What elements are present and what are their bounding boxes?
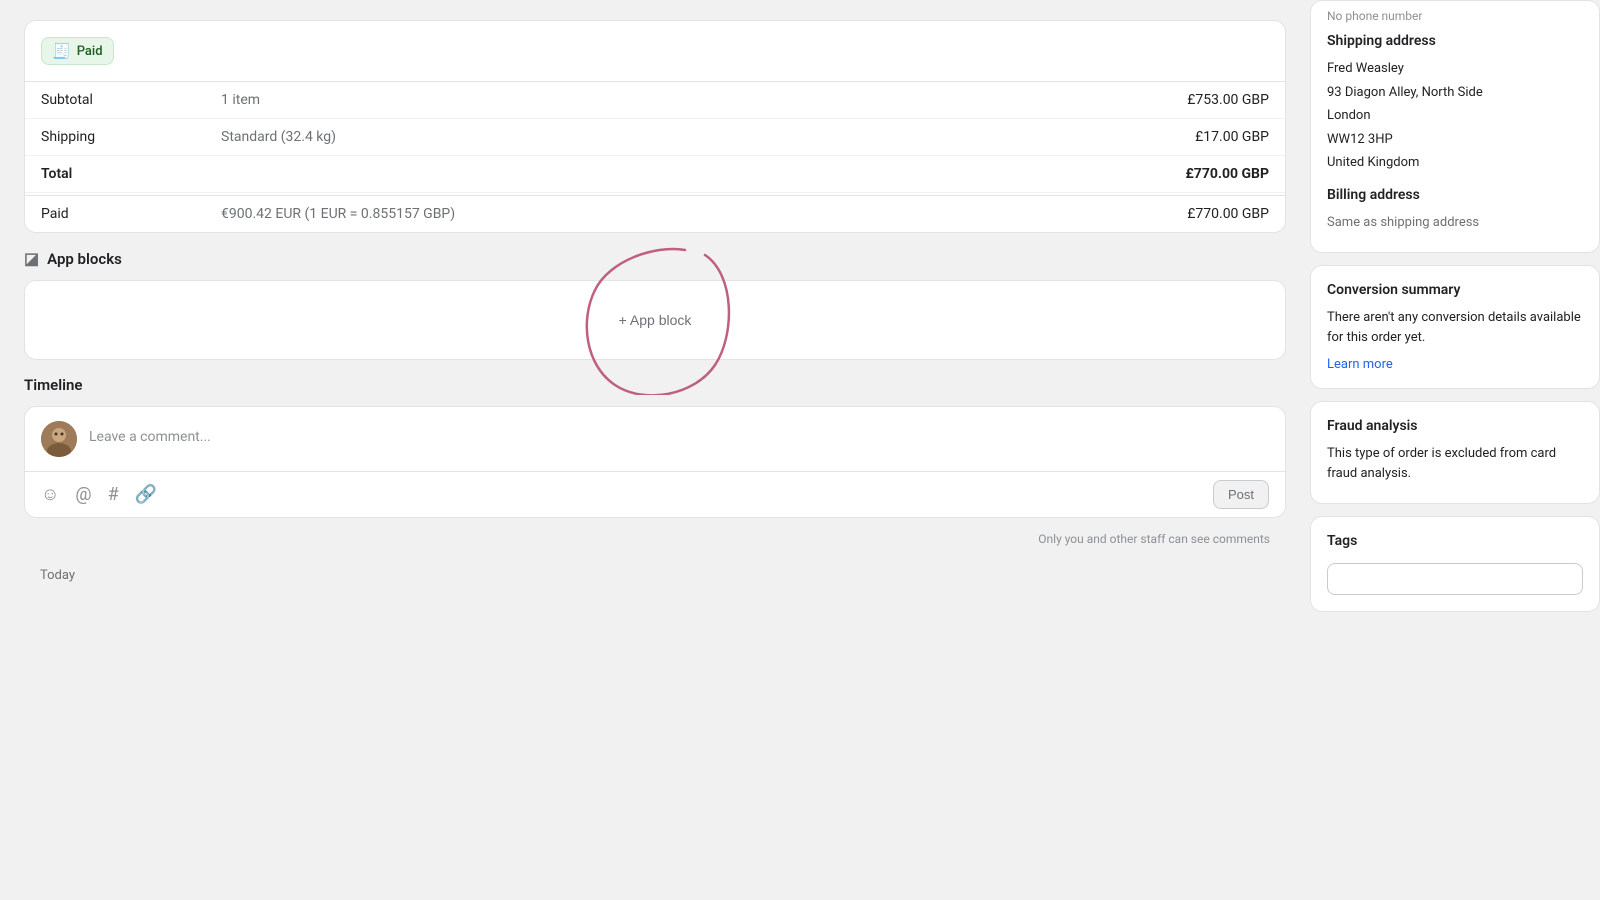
comment-input-area[interactable]: Leave a comment... <box>25 407 1285 472</box>
total-label: Total <box>41 166 221 182</box>
shipping-amount: £17.00 GBP <box>1195 129 1269 145</box>
shipping-country: United Kingdom <box>1327 153 1583 173</box>
shipping-description: Standard (32.4 kg) <box>221 129 1195 145</box>
conversion-title: Conversion summary <box>1327 282 1583 298</box>
phone-partial: No phone number <box>1327 9 1583 23</box>
paid-badge: 🧾 Paid <box>41 37 114 65</box>
learn-more-link[interactable]: Learn more <box>1327 357 1393 372</box>
app-block-area[interactable]: + App block <box>24 280 1286 360</box>
billing-address-title: Billing address <box>1327 187 1583 203</box>
mention-icon[interactable]: @ <box>75 484 91 505</box>
subtotal-amount: £753.00 GBP <box>1187 92 1269 108</box>
sidebar: No phone number Shipping address Fred We… <box>1310 0 1600 900</box>
link-icon[interactable]: 🔗 <box>135 484 157 505</box>
avatar-svg <box>41 421 77 457</box>
tags-card: Tags <box>1310 516 1600 612</box>
conversion-card: Conversion summary There aren't any conv… <box>1310 265 1600 389</box>
paid-row: Paid €900.42 EUR (1 EUR = 0.855157 GBP) … <box>25 195 1285 232</box>
payment-card: 🧾 Paid Subtotal 1 item £753.00 GBP Shipp… <box>24 20 1286 233</box>
timeline-section: Timeline <box>24 376 1286 583</box>
today-label: Today <box>24 556 1286 583</box>
add-app-block-button[interactable]: + App block <box>605 304 706 336</box>
avatar <box>41 421 77 457</box>
emoji-icon[interactable]: ☺ <box>41 484 59 505</box>
paid-icon: 🧾 <box>52 42 71 60</box>
paid-amount: £770.00 GBP <box>1187 206 1269 222</box>
subtotal-qty: 1 item <box>221 92 1187 108</box>
paid-badge-label: Paid <box>77 44 103 59</box>
subtotal-label: Subtotal <box>41 92 221 108</box>
shipping-city: London <box>1327 106 1583 126</box>
post-button[interactable]: Post <box>1213 480 1269 509</box>
timeline-title: Timeline <box>24 376 82 394</box>
hashtag-icon[interactable]: # <box>108 484 119 505</box>
avatar-image <box>41 421 77 457</box>
shipping-postcode: WW12 3HP <box>1327 130 1583 150</box>
comment-card: Leave a comment... ☺ @ # 🔗 Post <box>24 406 1286 518</box>
shipping-name: Fred Weasley <box>1327 59 1583 79</box>
address-card: No phone number Shipping address Fred We… <box>1310 0 1600 253</box>
fraud-title: Fraud analysis <box>1327 418 1583 434</box>
tags-input[interactable] <box>1327 563 1583 595</box>
payment-table: Subtotal 1 item £753.00 GBP Shipping Sta… <box>25 81 1285 232</box>
paid-row-label: Paid <box>41 206 221 222</box>
comment-toolbar: ☺ @ # 🔗 Post <box>25 472 1285 517</box>
shipping-label: Shipping <box>41 129 221 145</box>
total-row: Total £770.00 GBP <box>25 156 1285 193</box>
subtotal-row: Subtotal 1 item £753.00 GBP <box>25 82 1285 119</box>
tags-title: Tags <box>1327 533 1583 549</box>
comment-placeholder[interactable]: Leave a comment... <box>89 421 1269 445</box>
shipping-row: Shipping Standard (32.4 kg) £17.00 GBP <box>25 119 1285 156</box>
app-blocks-icon: ◪ <box>24 249 39 268</box>
timeline-header: Timeline <box>24 376 1286 394</box>
total-amount: £770.00 GBP <box>1185 166 1269 182</box>
shipping-address-title: Shipping address <box>1327 33 1583 49</box>
app-blocks-title: App blocks <box>47 250 122 268</box>
fraud-text: This type of order is excluded from card… <box>1327 444 1583 483</box>
shipping-street: 93 Diagon Alley, North Side <box>1327 83 1583 103</box>
app-blocks-header: ◪ App blocks <box>24 249 1286 268</box>
conversion-text: There aren't any conversion details avai… <box>1327 308 1583 347</box>
billing-same: Same as shipping address <box>1327 213 1583 233</box>
paid-description: €900.42 EUR (1 EUR = 0.855157 GBP) <box>221 206 1187 222</box>
fraud-card: Fraud analysis This type of order is exc… <box>1310 401 1600 504</box>
staff-note: Only you and other staff can see comment… <box>24 526 1286 556</box>
